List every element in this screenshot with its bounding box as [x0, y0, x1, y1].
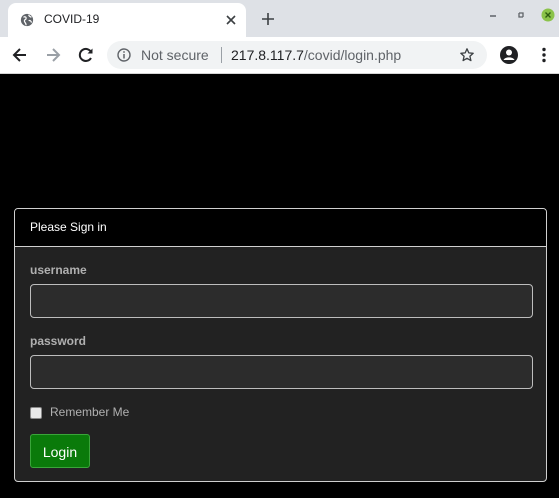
window-restore-icon[interactable] — [514, 8, 528, 22]
arrow-left-icon[interactable] — [10, 45, 30, 65]
window-close-icon[interactable] — [541, 8, 555, 22]
login-button[interactable]: Login — [30, 434, 90, 468]
url-path: /covid/login.php — [303, 47, 402, 63]
reload-icon[interactable] — [76, 45, 96, 65]
account-icon[interactable] — [499, 45, 519, 65]
globe-icon — [20, 13, 34, 27]
username-label: username — [30, 263, 87, 277]
star-icon[interactable] — [459, 47, 475, 63]
remember-me-checkbox[interactable] — [30, 407, 42, 419]
address-bar[interactable]: Not secure 217.8.117.7/covid/login.php — [107, 41, 487, 69]
panel-heading: Please Sign in — [15, 209, 546, 247]
remember-me-label[interactable]: Remember Me — [50, 405, 129, 419]
browser-tab[interactable]: COVID-19 — [8, 3, 246, 37]
username-input[interactable] — [30, 284, 533, 318]
tab-strip: COVID-19 — [0, 0, 559, 37]
info-icon[interactable] — [117, 48, 131, 62]
close-icon[interactable] — [224, 13, 238, 27]
page-viewport: Please Sign in username password Remembe… — [0, 74, 559, 498]
password-label: password — [30, 334, 87, 348]
plus-icon[interactable] — [260, 11, 276, 27]
more-vert-icon[interactable] — [534, 45, 554, 65]
url-host: 217.8.117.7 — [231, 47, 304, 63]
login-panel: Please Sign in username password Remembe… — [14, 208, 547, 482]
window-minimize-icon[interactable] — [486, 8, 500, 22]
arrow-right-icon[interactable] — [43, 45, 63, 65]
address-divider — [221, 47, 222, 63]
password-input[interactable] — [30, 355, 533, 389]
url-text[interactable]: 217.8.117.7/covid/login.php — [231, 47, 401, 63]
tab-title: COVID-19 — [44, 12, 100, 26]
panel-title: Please Sign in — [30, 220, 107, 234]
browser-toolbar: Not secure 217.8.117.7/covid/login.php — [0, 37, 559, 74]
security-status[interactable]: Not secure — [141, 47, 209, 63]
